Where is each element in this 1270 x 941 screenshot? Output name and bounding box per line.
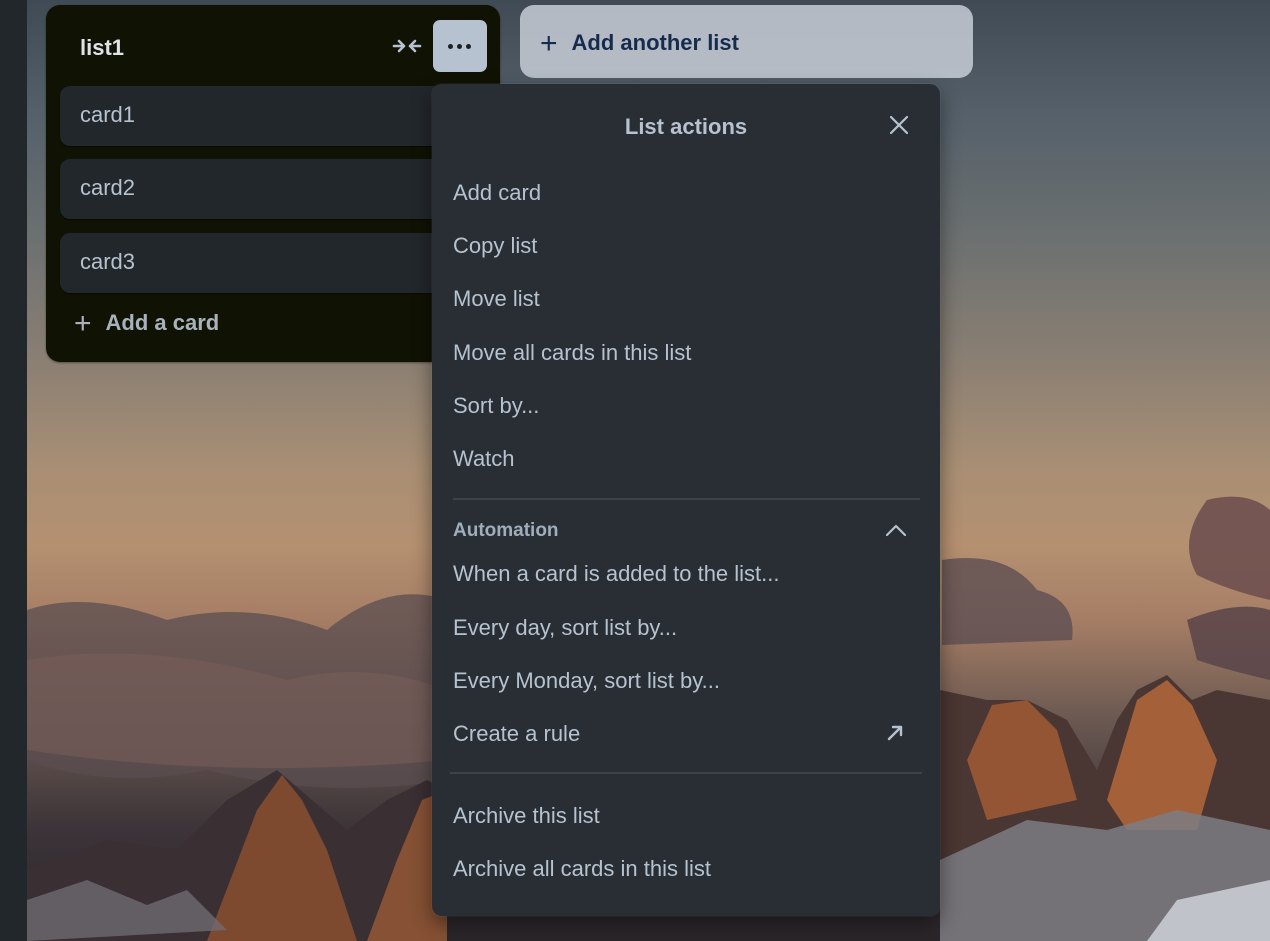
card-title: card1 xyxy=(80,102,136,127)
list-title[interactable]: list1 xyxy=(80,35,124,61)
menu-item-every-day-sort[interactable]: Every day, sort list by... xyxy=(453,608,921,648)
plus-icon: + xyxy=(540,27,558,60)
menu-item-move-list[interactable]: Move list xyxy=(453,279,921,319)
card-title: card3 xyxy=(80,249,136,274)
list-actions-popover: List actions Add card Copy list Move lis… xyxy=(432,84,940,916)
divider xyxy=(453,498,920,500)
menu-item-create-rule[interactable]: Create a rule xyxy=(453,714,921,754)
collapse-arrows-icon[interactable] xyxy=(392,33,422,59)
menu-item-when-card-added[interactable]: When a card is added to the list... xyxy=(453,554,921,594)
menu-item-copy-list[interactable]: Copy list xyxy=(453,226,921,266)
menu-item-add-card[interactable]: Add card xyxy=(453,173,921,213)
ellipsis-icon xyxy=(448,44,453,49)
list-actions-button[interactable] xyxy=(433,20,487,72)
menu-item-every-monday-sort[interactable]: Every Monday, sort list by... xyxy=(453,661,921,701)
menu-item-archive-list[interactable]: Archive this list xyxy=(453,796,921,836)
chevron-up-icon[interactable] xyxy=(884,520,908,540)
divider xyxy=(450,772,922,774)
add-another-list-button[interactable]: + Add another list xyxy=(520,5,973,78)
sidebar-strip xyxy=(0,0,27,941)
card-title: card2 xyxy=(80,175,136,200)
external-link-icon xyxy=(887,725,903,741)
popover-title: List actions xyxy=(624,114,748,139)
automation-section-label[interactable]: Automation xyxy=(453,520,559,542)
menu-item-move-all-cards[interactable]: Move all cards in this list xyxy=(453,333,921,373)
add-list-label: Add another list xyxy=(571,30,739,55)
add-card-button[interactable]: + Add a card xyxy=(74,307,219,341)
close-icon[interactable] xyxy=(887,113,911,137)
menu-item-watch[interactable]: Watch xyxy=(453,439,921,479)
card[interactable]: card1 xyxy=(60,86,460,146)
add-card-label: Add a card xyxy=(105,310,220,335)
card[interactable]: card2 xyxy=(60,159,460,219)
menu-item-archive-all-cards[interactable]: Archive all cards in this list xyxy=(453,849,921,889)
menu-item-sort-by[interactable]: Sort by... xyxy=(453,386,921,426)
card[interactable]: card3 xyxy=(60,233,460,293)
plus-icon: + xyxy=(74,307,92,340)
